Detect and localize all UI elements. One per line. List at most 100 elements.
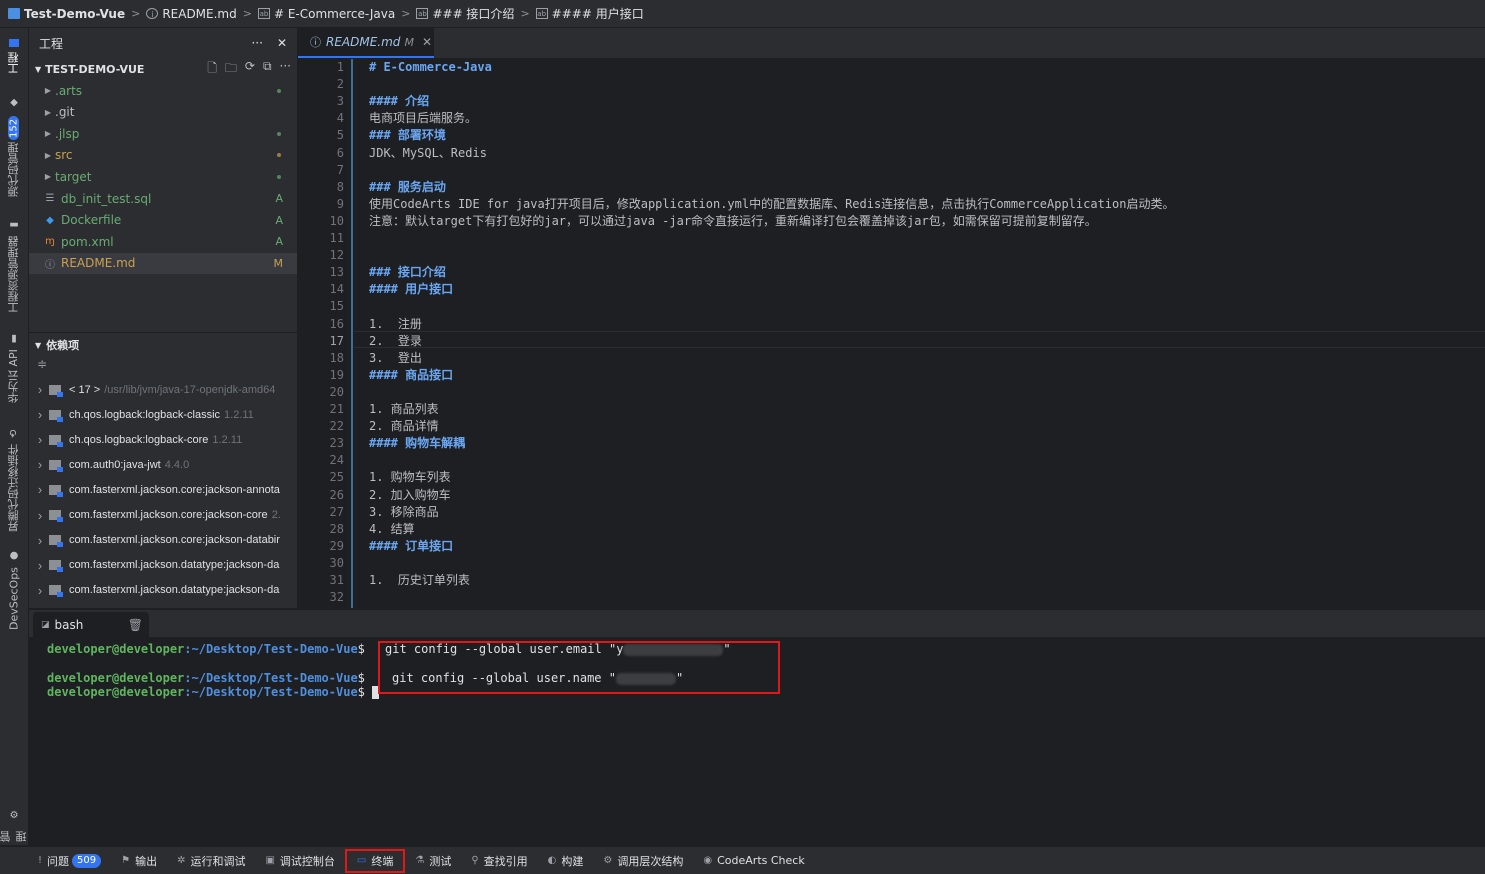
panel-tab-terminal[interactable]: ▭ 终端 [344,848,406,873]
activity-rail: 工程 源代码管理 152 ◆ 工程资源管理器 ▬ 华为云 API ▮ 昇腾代码迁… [0,28,29,845]
line-number: 23 [329,436,344,451]
panel-tab-run-debug[interactable]: ✲ 运行和调试 [167,847,255,874]
panel-tab-debug-console[interactable]: ▣ 调试控制台 [255,847,344,874]
file-tree-item[interactable]: ⓘ README.md M [29,252,297,274]
terminal-panel[interactable]: developer@developer:~/Desktop/Test-Demo-… [29,637,1485,845]
file-tree-item[interactable]: ▶ src [29,145,297,166]
dependency-item[interactable]: › com.fasterxml.jackson.datatype:jackson-… [29,578,297,603]
tab-readme[interactable]: ⓘ README.md M ✕ [298,28,434,58]
dependency-item[interactable]: › com.auth0:java-jwt 4.4.0 [29,452,297,477]
breadcrumb-item[interactable]: > ab ### 接口介绍 [395,5,514,22]
gutter-change-bar [351,59,353,608]
code-editor[interactable]: 1 2 3 4 5 6 7 8 9 10 11 12 13 14 15 16 17 18 19 20 21 22 23 24 2… [298,59,1485,608]
dependency-item[interactable]: › ch.qos.logback:logback-core 1.2.11 [29,427,297,452]
more-icon[interactable]: ··· [251,36,262,50]
rail-tab-scm[interactable]: 源代码管理 152 ◆ [2,92,26,202]
library-icon [49,510,63,522]
code-line: 2. 加入购物车 [369,487,451,502]
library-icon [49,560,63,573]
breadcrumb-item[interactable]: > i README.md [125,7,237,21]
line-number: 31 [329,573,344,587]
breadcrumb-separator: > [401,7,411,20]
new-file-icon[interactable]: 🗋 [207,59,217,80]
library-icon [49,484,63,497]
breadcrumb-item[interactable]: > ab # E-Commerce-Java [237,7,395,21]
rail-tab-devsecops[interactable]: DevSecOps ● [2,550,26,630]
new-folder-icon[interactable]: 🗀 [225,59,237,80]
file-tree-item[interactable]: ▶ .jlsp [29,123,297,144]
dependency-item[interactable]: › com.fasterxml.jackson.datatype:jackson-… [29,553,297,578]
line-number: 5 [336,128,344,143]
line-number: 28 [329,521,344,536]
chevron-right-icon: › [37,382,43,397]
refresh-icon[interactable]: ⟳ [245,59,255,80]
line-number: 17 [329,333,344,348]
rail-tab-huawei-api[interactable]: 华为云 API ▮ [2,328,26,408]
file-tree-item[interactable]: ◆ Dockerfile A [29,210,297,231]
dependency-item[interactable]: › ch.qos.logback:logback-classic 1.2.11 [29,402,297,427]
more-icon[interactable]: ··· [280,59,291,80]
dependency-item[interactable]: › com.fasterxml.jackson.core:jackson-data… [29,528,297,553]
scm-count-badge: 152 [8,116,20,140]
line-number: 21 [329,402,344,416]
panel-tab-build[interactable]: ◐ 构建 [538,847,594,874]
line-number: 13 [329,265,344,280]
file-tree-item[interactable]: ▶ target [29,166,297,187]
git-name-command: git config --global user.name " " [392,671,684,685]
terminal-tab-bash[interactable]: ◪ bash 🗑 [33,612,149,638]
rail-tab-explorer[interactable]: 工程资源管理器 ▬ [2,216,26,316]
file-name: .arts [55,83,83,98]
gear-icon: ⚙ [8,808,20,819]
line-number: 22 [329,419,344,434]
code-line: 1. 商品列表 [369,402,439,416]
project-name: TEST-DEMO-VUE [45,62,145,76]
line-number: 2 [336,77,344,92]
file-tree-item[interactable]: ▶ .git [29,102,297,123]
file-tree-item[interactable]: ▶ .arts [29,80,297,101]
code-line: 1. 注册 [369,316,422,331]
dependencies-header[interactable]: ▼ 依赖项 [29,333,297,357]
rail-tab-migration-plugin[interactable]: 昇腾代码迁移插件 ⟲ [2,426,26,536]
code-line: 4. 结算 [369,521,415,536]
terminal-line: developer@developer:~/Desktop/Test-Demo-… [47,671,365,685]
close-tab-icon[interactable]: ✕ [422,35,432,49]
close-icon[interactable]: ✕ [277,36,287,50]
editor-tab-bar: ⓘ README.md M ✕ [298,28,1485,59]
file-tree-item[interactable]: ☰ db_init_test.sql A [29,188,297,209]
panel-tab-problems[interactable]: ! 问题 509 [28,847,111,874]
dependency-item[interactable]: › com.fasterxml.jackson.core:jackson-anno… [29,477,297,502]
dependency-item[interactable]: › com.fasterxml.jackson.core:jackson-core… [29,503,297,528]
source-control-icon: ◆ [8,97,20,109]
code-line: 3. 移除商品 [369,504,439,519]
chevron-right-icon: ▶ [44,150,52,160]
chevron-right-icon: ▶ [44,86,52,95]
line-number: 7 [336,162,344,177]
panel-tab-test[interactable]: ⚗ 测试 [405,847,461,874]
file-tree-item[interactable]: ɱ pom.xml A [29,231,297,252]
panel-tab-call-hierarchy[interactable]: ⚙ 调用层次结构 [593,847,693,874]
code-line: #### 用户接口 [369,282,454,297]
redacted-name [615,672,676,685]
collapse-icon[interactable]: ⧉ [263,59,272,80]
explorer-panel: 工程 ··· ✕ ▼ TEST-DEMO-VUE 🗋 🗀 ⟳ ⧉ ··· ▶ .arts ▶… [29,28,298,608]
project-root[interactable]: ▼ TEST-DEMO-VUE 🗋 🗀 ⟳ ⧉ ··· [29,58,297,80]
problems-icon: ! [38,855,43,866]
trash-icon[interactable]: 🗑 [128,618,143,632]
breadcrumb-item[interactable]: Test-Demo-Vue [8,7,125,21]
rail-tab-project[interactable]: 工程 [2,32,26,82]
rail-tab-manage[interactable]: 管理 ⚙ [0,808,28,842]
filter-icon[interactable]: ≑ [29,357,297,377]
code-line: # E-Commerce-Java [369,60,492,74]
file-name: README.md [61,256,136,271]
info-icon: ⓘ [45,259,55,271]
panel-tab-codearts-check[interactable]: ◉ CodeArts Check [693,847,814,874]
chevron-right-icon: › [37,507,43,523]
panel-tab-find-references[interactable]: ⚲ 查找引用 [461,847,537,874]
info-icon: i [146,8,159,19]
docker-icon: ◆ [46,214,54,226]
panel-tab-output[interactable]: ⚑ 输出 [111,847,167,874]
file-name: .jlsp [55,126,80,141]
dependency-item[interactable]: › < 17 >/usr/lib/jvm/java-17-openjdk-amd6… [29,377,297,402]
code-line: 2. 登录 [369,333,422,348]
breadcrumb-item[interactable]: > ab #### 用户接口 [514,5,643,22]
